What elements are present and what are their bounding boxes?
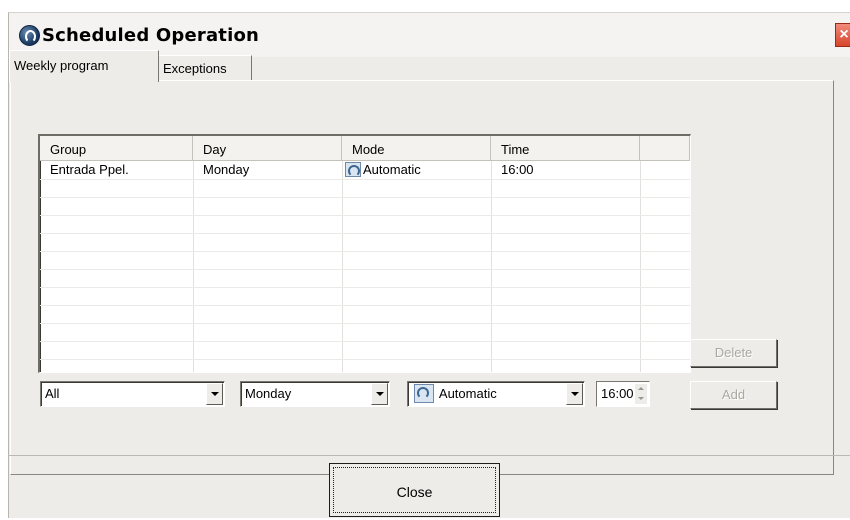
close-button[interactable]: Close bbox=[329, 463, 500, 517]
grid-row-line bbox=[40, 341, 690, 342]
time-stepper-buttons[interactable] bbox=[635, 384, 647, 404]
add-button[interactable]: Add bbox=[690, 381, 777, 409]
mode-select[interactable]: Automatic bbox=[407, 381, 585, 407]
tab-weekly-program[interactable]: Weekly program bbox=[9, 50, 159, 82]
column-header-group[interactable]: Group bbox=[40, 136, 193, 161]
day-select-value: Monday bbox=[245, 386, 292, 401]
column-header-blank bbox=[640, 136, 690, 161]
cell-mode-label: Automatic bbox=[363, 162, 421, 177]
tab-exceptions[interactable]: Exceptions bbox=[158, 55, 252, 81]
grid-row-line bbox=[40, 359, 690, 360]
chevron-down-icon[interactable] bbox=[566, 383, 583, 405]
grid-row-line bbox=[40, 323, 690, 324]
cell-day[interactable]: Monday bbox=[193, 161, 342, 179]
time-stepper-value: 16:00 bbox=[601, 386, 634, 401]
spin-up-icon[interactable] bbox=[635, 384, 647, 394]
grid-row-line bbox=[40, 287, 690, 288]
grid-row-line bbox=[40, 197, 690, 198]
cell-mode[interactable]: Automatic bbox=[342, 161, 484, 179]
grid-row-line bbox=[40, 215, 690, 216]
chevron-down-icon[interactable] bbox=[371, 383, 388, 405]
footer-divider bbox=[8, 455, 850, 456]
column-header-mode[interactable]: Mode bbox=[342, 136, 491, 161]
cell-group[interactable]: Entrada Ppel. bbox=[40, 161, 193, 179]
grid-row-line bbox=[40, 269, 690, 270]
column-header-day[interactable]: Day bbox=[193, 136, 342, 161]
window-close-icon[interactable]: × bbox=[835, 23, 850, 47]
time-stepper[interactable]: 16:00 bbox=[596, 381, 650, 407]
grid-row-line bbox=[40, 251, 690, 252]
automatic-mode-icon bbox=[414, 384, 434, 403]
spin-down-icon[interactable] bbox=[635, 394, 647, 404]
window-title: Scheduled Operation bbox=[42, 25, 260, 46]
cell-time[interactable]: 16:00 bbox=[491, 161, 640, 179]
schedule-grid[interactable]: Group Day Mode Time Entrada Ppel. Monday… bbox=[38, 134, 691, 373]
column-header-time[interactable]: Time bbox=[491, 136, 640, 161]
day-select[interactable]: Monday bbox=[240, 381, 390, 407]
grid-row-line bbox=[40, 179, 690, 180]
delete-button[interactable]: Delete bbox=[690, 339, 777, 367]
app-icon bbox=[19, 25, 40, 46]
group-select[interactable]: All bbox=[40, 381, 225, 407]
chevron-down-icon[interactable] bbox=[206, 383, 223, 405]
mode-select-value: Automatic bbox=[438, 386, 497, 401]
automatic-mode-icon bbox=[345, 162, 361, 177]
group-select-value: All bbox=[45, 386, 60, 401]
close-button-label: Close bbox=[396, 484, 433, 500]
grid-row-line bbox=[40, 305, 690, 306]
grid-row-line bbox=[40, 233, 690, 234]
